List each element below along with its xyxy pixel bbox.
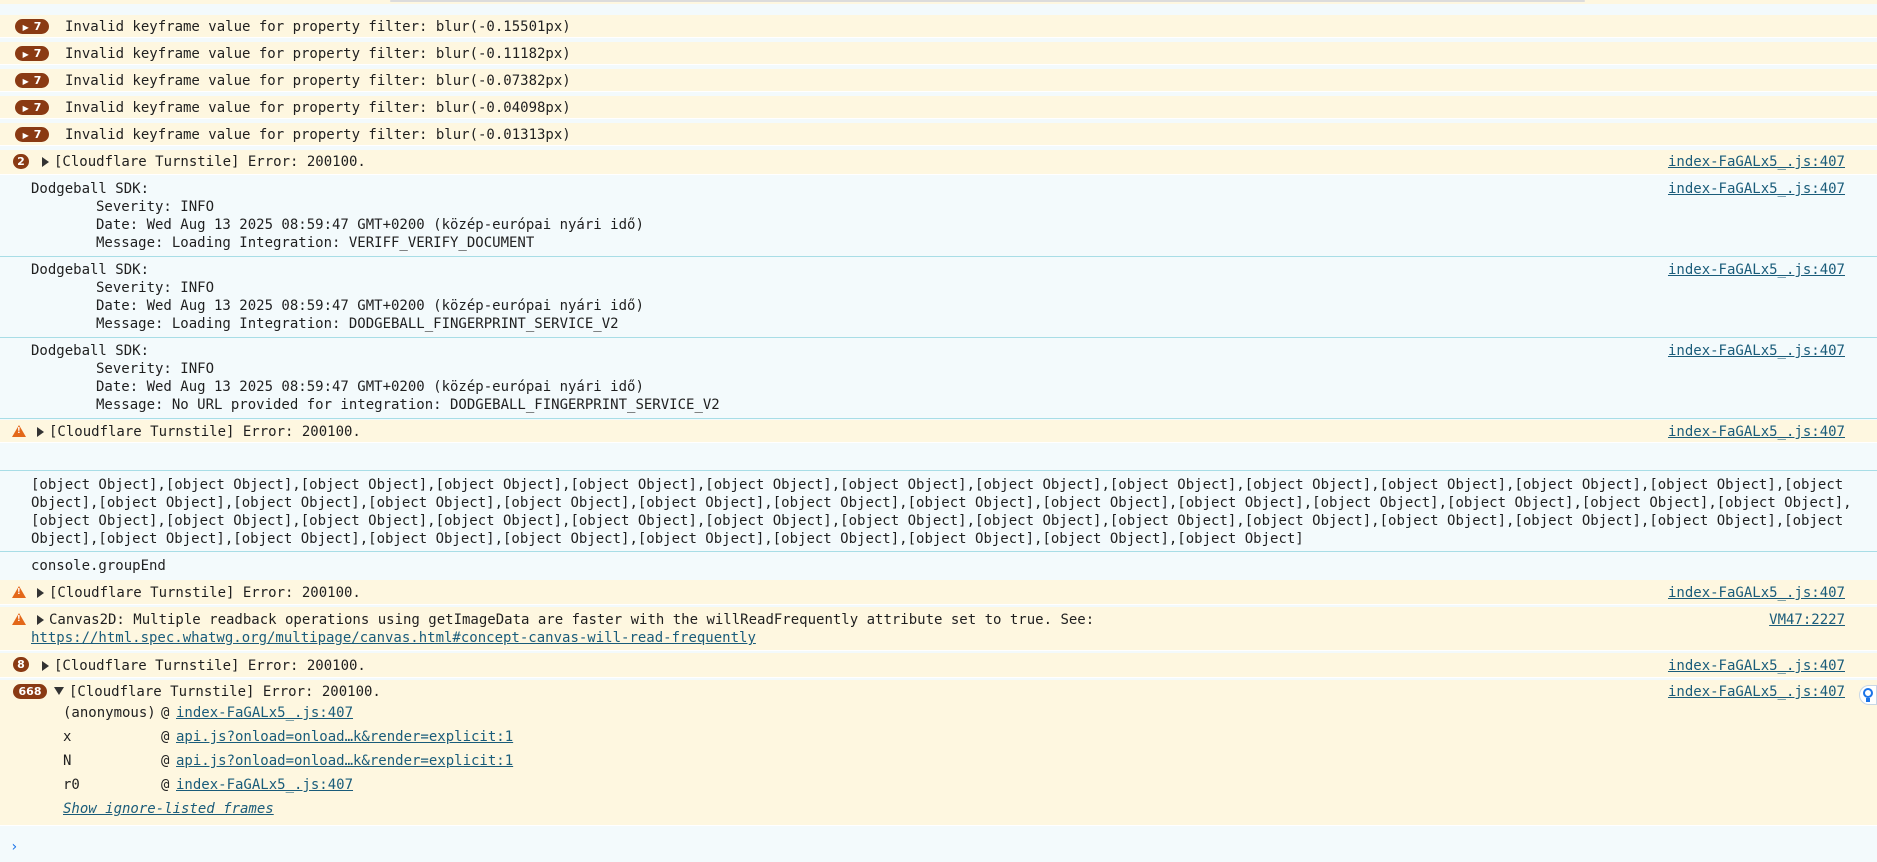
log-severity: Severity: INFO [96,361,215,377]
console-warning-row[interactable]: [Cloudflare Turnstile] Error: 200100. in… [0,580,1877,605]
message-text: [Cloudflare Turnstile] Error: 200100. [69,684,381,700]
expand-triangle-icon[interactable] [42,157,49,167]
message-text: [Cloudflare Turnstile] Error: 200100. [49,424,361,440]
log-message: Message: No URL provided for integration… [96,397,720,413]
stack-frame-link[interactable]: api.js?onload=onload…k&render=explicit:1 [176,752,513,770]
expand-triangle-icon[interactable] [37,588,44,598]
log-date: Date: Wed Aug 13 2025 08:59:47 GMT+0200 … [96,379,644,395]
message-text: Invalid keyframe value for property filt… [65,73,571,89]
console-message-row-expanded[interactable]: 668 [Cloudflare Turnstile] Error: 200100… [0,680,1877,826]
repeat-count-badge: ▶ 7 [15,46,49,61]
source-link[interactable]: index-FaGALx5_.js:407 [1668,261,1845,279]
log-severity: Severity: INFO [96,280,215,296]
log-message: Message: Loading Integration: DODGEBALL_… [96,316,619,332]
stack-frame-link[interactable]: index-FaGALx5_.js:407 [176,776,353,794]
stack-frame-fn: x [63,729,72,745]
stack-frame-fn: (anonymous) [63,705,156,721]
source-link[interactable]: index-FaGALx5_.js:407 [1668,342,1845,360]
repeat-count-badge: ▶ 7 [15,73,49,88]
repeat-count-badge: 2 [13,154,29,169]
stack-frame-at: @ [161,729,170,745]
message-text: [Cloudflare Turnstile] Error: 200100. [54,154,366,170]
lightbulb-icon[interactable] [1859,685,1877,705]
console-message-row[interactable]: ▶ 7 Invalid keyframe value for property f… [0,15,1877,38]
log-date: Date: Wed Aug 13 2025 08:59:47 GMT+0200 … [96,298,644,314]
log-header: Dodgeball SDK: [31,343,150,359]
stack-frame-link[interactable]: index-FaGALx5_.js:407 [176,704,353,722]
source-link[interactable]: index-FaGALx5_.js:407 [1668,153,1845,171]
console-message-row[interactable]: 2 [Cloudflare Turnstile] Error: 200100. … [0,150,1877,175]
expand-triangle-icon[interactable] [37,615,44,625]
log-header: Dodgeball SDK: [31,262,150,278]
object-line: [object Object],[object Object],[object … [31,477,1844,493]
horizontal-scrollbar[interactable] [390,0,1585,2]
log-message: Message: Loading Integration: VERIFF_VER… [96,235,535,251]
stack-frame-link[interactable]: api.js?onload=onload…k&render=explicit:1 [176,728,513,746]
log-header: Dodgeball SDK: [31,181,150,197]
object-line: Object],[object Object],[object Object],… [31,531,1304,547]
repeat-count-badge: 8 [13,657,29,672]
source-link[interactable]: index-FaGALx5_.js:407 [1668,423,1845,441]
console-message-row[interactable]: 8 [Cloudflare Turnstile] Error: 200100. … [0,653,1877,678]
source-link[interactable]: VM47:2227 [1769,611,1845,629]
object-line: Object],[object Object],[object Object],… [31,495,1852,511]
sdk-log-entry: Dodgeball SDK: Severity: INFO Date: Wed … [0,177,1877,257]
show-ignore-listed-frames-link[interactable]: Show ignore-listed frames [63,800,274,818]
warning-icon [12,586,26,598]
stack-frame-at: @ [161,777,170,793]
warning-icon [12,425,26,437]
repeat-count-badge: 668 [13,684,47,699]
group-end-row: console.groupEnd [0,553,1877,579]
source-link[interactable]: index-FaGALx5_.js:407 [1668,683,1845,701]
warning-icon [12,613,26,625]
log-severity: Severity: INFO [96,199,215,215]
empty-log-row [0,443,1877,471]
object-array-log: [object Object],[object Object],[object … [0,472,1877,552]
collapse-triangle-icon[interactable] [54,687,64,695]
stack-frame-fn: N [63,753,72,769]
console-message-row[interactable]: ▶ 7 Invalid keyframe value for property f… [0,123,1877,146]
message-text: [Cloudflare Turnstile] Error: 200100. [54,658,366,674]
console-message-row[interactable]: ▶ 7 Invalid keyframe value for property f… [0,69,1877,92]
repeat-count-badge: ▶ 7 [15,19,49,34]
spec-link[interactable]: https://html.spec.whatwg.org/multipage/c… [31,629,756,647]
object-line: [object Object],[object Object],[object … [31,513,1844,529]
console-message-row[interactable]: ▶ 7 Invalid keyframe value for property f… [0,42,1877,65]
source-link[interactable]: index-FaGALx5_.js:407 [1668,180,1845,198]
expand-triangle-icon[interactable] [42,661,49,671]
message-text: Invalid keyframe value for property filt… [65,100,571,116]
log-date: Date: Wed Aug 13 2025 08:59:47 GMT+0200 … [96,217,644,233]
stack-frame-fn: r0 [63,777,80,793]
source-link[interactable]: index-FaGALx5_.js:407 [1668,584,1845,602]
expand-triangle-icon[interactable] [37,427,44,437]
stack-frame-at: @ [161,705,170,721]
message-text: Invalid keyframe value for property filt… [65,19,571,35]
message-text: Invalid keyframe value for property filt… [65,127,571,143]
console-warning-row[interactable]: Canvas2D: Multiple readback operations u… [0,607,1877,651]
sdk-log-entry: Dodgeball SDK: Severity: INFO Date: Wed … [0,258,1877,338]
repeat-count-badge: ▶ 7 [15,100,49,115]
console-prompt[interactable]: › [10,838,22,856]
stack-frame-at: @ [161,753,170,769]
source-link[interactable]: index-FaGALx5_.js:407 [1668,657,1845,675]
group-end-text: console.groupEnd [31,558,166,574]
console-warning-row[interactable]: [Cloudflare Turnstile] Error: 200100. in… [0,420,1877,443]
message-text: Canvas2D: Multiple readback operations u… [49,612,1095,628]
console-message-row[interactable]: ▶ 7 Invalid keyframe value for property f… [0,96,1877,119]
repeat-count-badge: ▶ 7 [15,127,49,142]
message-text: Invalid keyframe value for property filt… [65,46,571,62]
sdk-log-entry: Dodgeball SDK: Severity: INFO Date: Wed … [0,339,1877,419]
message-text: [Cloudflare Turnstile] Error: 200100. [49,585,361,601]
